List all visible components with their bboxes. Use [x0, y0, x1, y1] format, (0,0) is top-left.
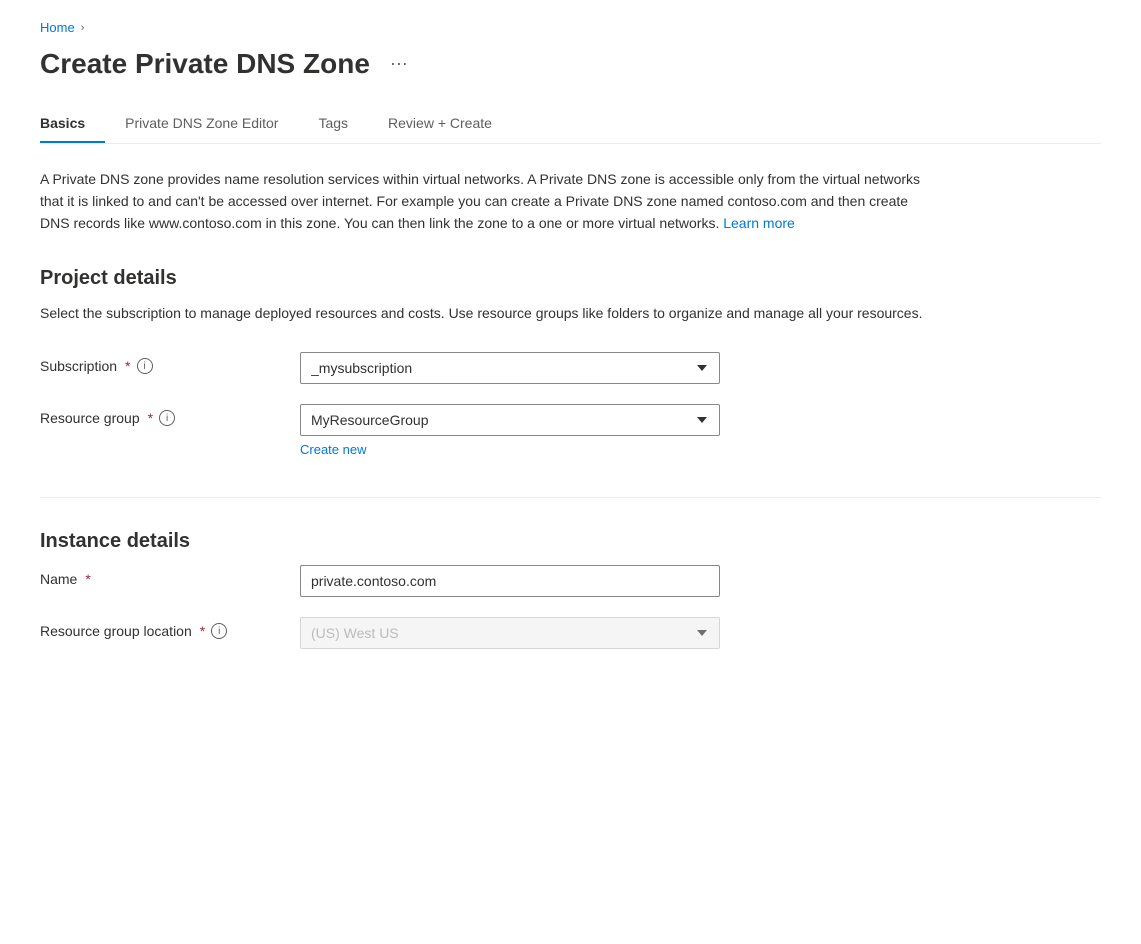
breadcrumb-separator: › [81, 22, 85, 34]
project-details-heading: Project details [40, 267, 1101, 290]
name-input[interactable] [300, 565, 720, 597]
resource-group-location-dropdown: (US) West US [300, 617, 720, 649]
resource-group-location-label-col: Resource group location * i [40, 617, 260, 639]
instance-details-heading: Instance details [40, 530, 1101, 553]
resource-group-dropdown[interactable]: MyResourceGroup [300, 404, 720, 436]
subscription-required-star: * [125, 358, 130, 374]
breadcrumb: Home › [40, 20, 1101, 35]
subscription-control-col: _mysubscription [300, 352, 720, 384]
create-new-resource-group-link[interactable]: Create new [300, 442, 366, 457]
resource-group-label-col: Resource group * i [40, 404, 260, 426]
resource-group-location-required-star: * [200, 623, 205, 639]
description-block: A Private DNS zone provides name resolut… [40, 168, 940, 235]
project-details-subtext: Select the subscription to manage deploy… [40, 302, 940, 324]
resource-group-row: Resource group * i MyResourceGroup Creat… [40, 404, 1101, 457]
subscription-info-icon[interactable]: i [137, 358, 153, 374]
more-options-button[interactable]: ··· [382, 49, 416, 78]
project-details-section: Project details Select the subscription … [40, 267, 1101, 457]
tabs-container: Basics Private DNS Zone Editor Tags Revi… [40, 105, 1101, 144]
page-container: Home › Create Private DNS Zone ··· Basic… [0, 0, 1141, 729]
tab-tags[interactable]: Tags [298, 105, 368, 143]
tab-private-dns-zone-editor[interactable]: Private DNS Zone Editor [105, 105, 298, 143]
resource-group-location-label: Resource group location [40, 623, 192, 639]
instance-details-section: Instance details Name * Resource group l… [40, 530, 1101, 649]
name-label: Name [40, 571, 77, 587]
resource-group-location-row: Resource group location * i (US) West US [40, 617, 1101, 649]
resource-group-control-col: MyResourceGroup Create new [300, 404, 720, 457]
name-row: Name * [40, 565, 1101, 597]
resource-group-info-icon[interactable]: i [159, 410, 175, 426]
subscription-label: Subscription [40, 358, 117, 374]
section-divider [40, 497, 1101, 498]
tab-basics[interactable]: Basics [40, 105, 105, 143]
subscription-row: Subscription * i _mysubscription [40, 352, 1101, 384]
page-title: Create Private DNS Zone [40, 47, 370, 81]
breadcrumb-home-link[interactable]: Home [40, 20, 75, 35]
resource-group-location-control-col: (US) West US [300, 617, 720, 649]
name-label-col: Name * [40, 565, 260, 587]
name-required-star: * [85, 571, 90, 587]
learn-more-link[interactable]: Learn more [723, 215, 795, 231]
resource-group-required-star: * [148, 410, 153, 426]
page-title-row: Create Private DNS Zone ··· [40, 47, 1101, 81]
resource-group-label: Resource group [40, 410, 140, 426]
name-control-col [300, 565, 720, 597]
subscription-dropdown[interactable]: _mysubscription [300, 352, 720, 384]
resource-group-location-info-icon[interactable]: i [211, 623, 227, 639]
tab-review-create[interactable]: Review + Create [368, 105, 512, 143]
subscription-label-col: Subscription * i [40, 352, 260, 374]
